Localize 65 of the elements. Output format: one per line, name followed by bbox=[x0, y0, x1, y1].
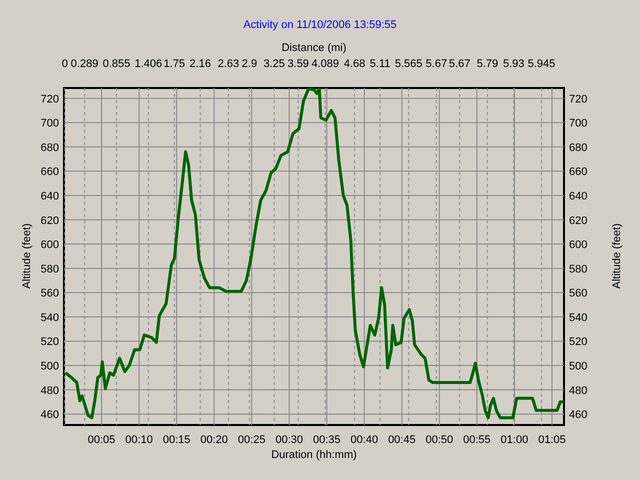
tick-label: 5.67 bbox=[448, 58, 470, 70]
axis-title: Altitude (feet) bbox=[21, 223, 33, 289]
tick-label: 1.75 bbox=[164, 58, 186, 70]
axis-title: Distance (mi) bbox=[282, 42, 346, 54]
tick-label: 560 bbox=[40, 288, 59, 300]
tick-label: 3.25 bbox=[264, 58, 285, 70]
tick-label: 660 bbox=[40, 166, 59, 178]
tick-label: 00:25 bbox=[238, 434, 266, 446]
tick-label: 620 bbox=[569, 214, 588, 227]
chart-title: Activity on 11/10/2006 13:59:55 bbox=[243, 19, 397, 31]
tick-label: 00:05 bbox=[88, 434, 116, 446]
tick-label: 480 bbox=[569, 384, 588, 397]
tick-label: 660 bbox=[569, 166, 588, 178]
tick-label: 540 bbox=[569, 312, 588, 324]
tick-label: 560 bbox=[569, 288, 588, 300]
tick-label: 680 bbox=[40, 142, 59, 154]
tick-label: 0.855 bbox=[102, 58, 130, 70]
tick-label: 580 bbox=[40, 263, 59, 276]
tick-label: 0.289 bbox=[70, 58, 98, 70]
tick-label: 01:05 bbox=[538, 434, 566, 446]
tick-label: 540 bbox=[40, 312, 59, 324]
tick-label: 00:40 bbox=[350, 434, 378, 446]
tick-label: 460 bbox=[40, 409, 59, 422]
tick-label: 00:45 bbox=[388, 434, 416, 446]
tick-label: 00:30 bbox=[275, 434, 303, 446]
tick-label: 00:20 bbox=[200, 434, 228, 446]
tick-label: 4.68 bbox=[344, 58, 366, 70]
tick-label: 2.63 bbox=[218, 58, 240, 70]
tick-label: 5.67 bbox=[426, 58, 448, 70]
tick-label: 460 bbox=[569, 409, 588, 422]
tick-label: 480 bbox=[40, 384, 59, 397]
tick-label: 5.11 bbox=[370, 58, 390, 70]
axis-title: Duration (hh:mm) bbox=[271, 449, 357, 461]
tick-label: 5.945 bbox=[528, 58, 556, 70]
tick-label: 720 bbox=[40, 93, 59, 106]
tick-label: 700 bbox=[569, 118, 588, 130]
tick-label: 5.79 bbox=[476, 58, 498, 70]
tick-label: 640 bbox=[40, 190, 59, 202]
tick-label: 520 bbox=[40, 336, 59, 348]
tick-label: 3.59 bbox=[288, 58, 309, 70]
tick-label: 2.9 bbox=[242, 58, 258, 70]
tick-label: 00:50 bbox=[426, 434, 454, 446]
tick-label: 00:55 bbox=[463, 434, 491, 446]
tick-label: 00:10 bbox=[125, 434, 153, 446]
tick-label: 0 bbox=[62, 58, 68, 70]
tick-label: 01:00 bbox=[500, 434, 528, 446]
tick-label: 500 bbox=[40, 360, 59, 372]
tick-label: 680 bbox=[569, 142, 588, 154]
tick-label: 500 bbox=[569, 360, 588, 372]
tick-label: 520 bbox=[569, 336, 588, 348]
tick-label: 600 bbox=[569, 239, 588, 252]
tick-label: 580 bbox=[569, 263, 588, 276]
tick-label: 00:15 bbox=[162, 434, 190, 446]
tick-label: 2.16 bbox=[190, 58, 211, 70]
tick-label: 720 bbox=[569, 93, 588, 106]
tick-label: 5.565 bbox=[394, 58, 422, 70]
tick-label: 640 bbox=[569, 190, 588, 202]
tick-label: 5.93 bbox=[503, 58, 524, 70]
tick-label: 600 bbox=[40, 239, 59, 252]
tick-label: 1.406 bbox=[134, 58, 162, 70]
axis-title: Altitude (feet) bbox=[611, 223, 623, 289]
tick-label: 700 bbox=[40, 118, 59, 130]
tick-label: 4.089 bbox=[312, 58, 340, 70]
tick-label: 620 bbox=[40, 214, 59, 227]
tick-label: 00:35 bbox=[313, 434, 341, 446]
